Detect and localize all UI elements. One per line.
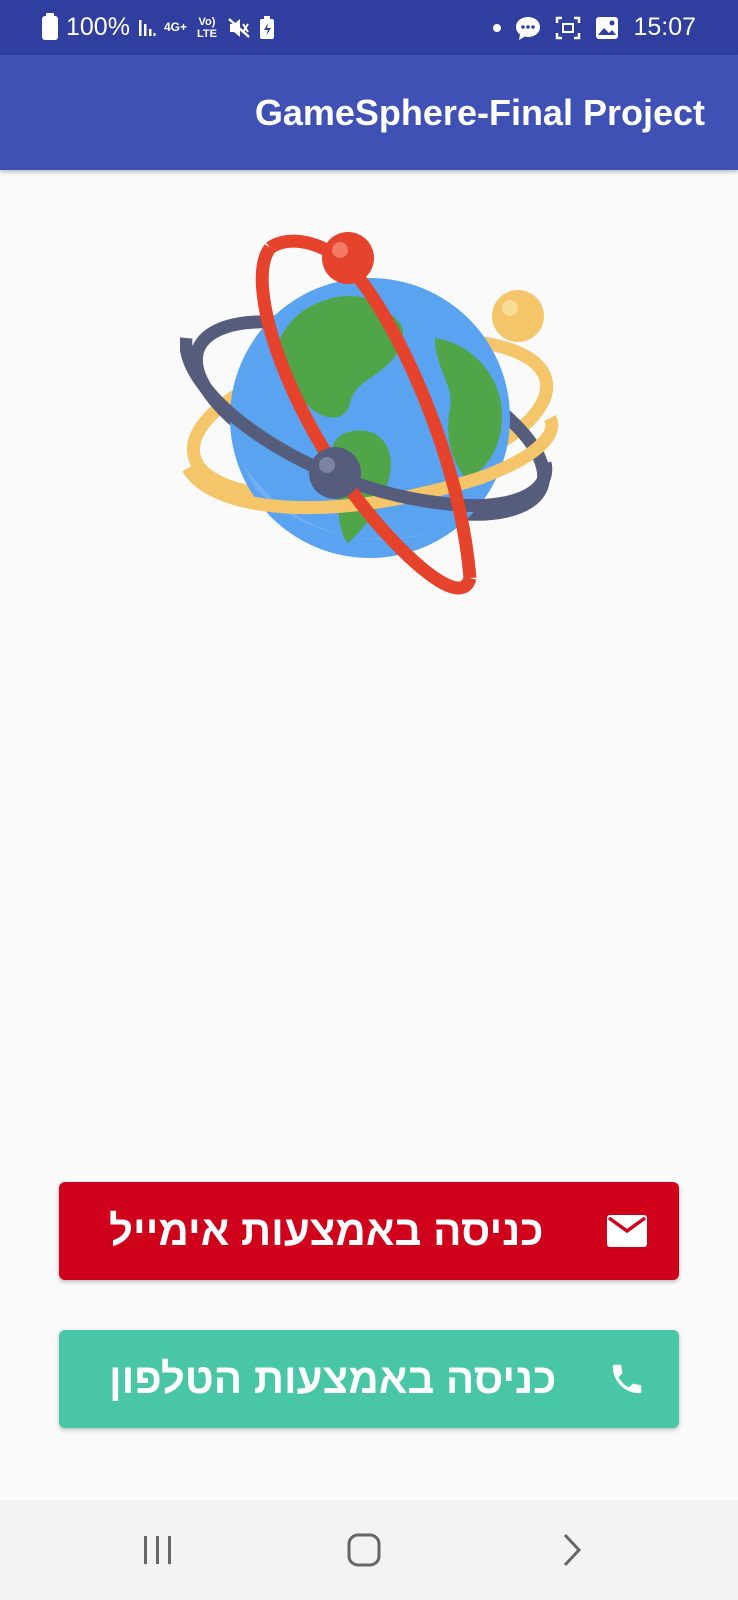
volte-icon: Vo) LTE — [196, 15, 217, 40]
back-icon[interactable] — [542, 1525, 602, 1575]
battery-saver-icon — [259, 15, 275, 40]
app-title: GameSphere-Final Project — [254, 91, 705, 133]
status-bar: 100% 4G+ Vo) LTE 15:07 — [0, 0, 738, 55]
globe-orbit-icon — [179, 228, 560, 608]
home-icon[interactable] — [334, 1525, 394, 1575]
message-icon — [515, 15, 541, 41]
recents-icon[interactable] — [128, 1525, 188, 1575]
navigation-bar — [0, 1500, 738, 1600]
email-login-label: כניסה באמצעות אימייל — [109, 1207, 544, 1254]
battery-level: 100% — [66, 13, 130, 41]
phone-login-label: כניסה באמצעות הטלפון — [109, 1355, 557, 1402]
mute-icon — [227, 17, 251, 39]
notification-dot-icon — [493, 23, 502, 32]
battery-icon — [42, 12, 58, 40]
email-login-button[interactable]: כניסה באמצעות אימייל — [59, 1182, 679, 1280]
status-left-group: 100% 4G+ Vo) LTE — [42, 0, 275, 55]
email-icon — [605, 1209, 649, 1253]
screenshot-icon — [555, 16, 581, 40]
signal-icon — [138, 18, 156, 38]
app-bar: GameSphere-Final Project — [0, 55, 738, 170]
gallery-icon — [595, 16, 619, 40]
phone-icon — [605, 1357, 649, 1401]
phone-login-button[interactable]: כניסה באמצעות הטלפון — [59, 1330, 679, 1428]
network-icon: 4G+ — [163, 20, 187, 34]
status-right-group: 15:07 — [493, 0, 696, 55]
status-time: 15:07 — [633, 13, 696, 41]
